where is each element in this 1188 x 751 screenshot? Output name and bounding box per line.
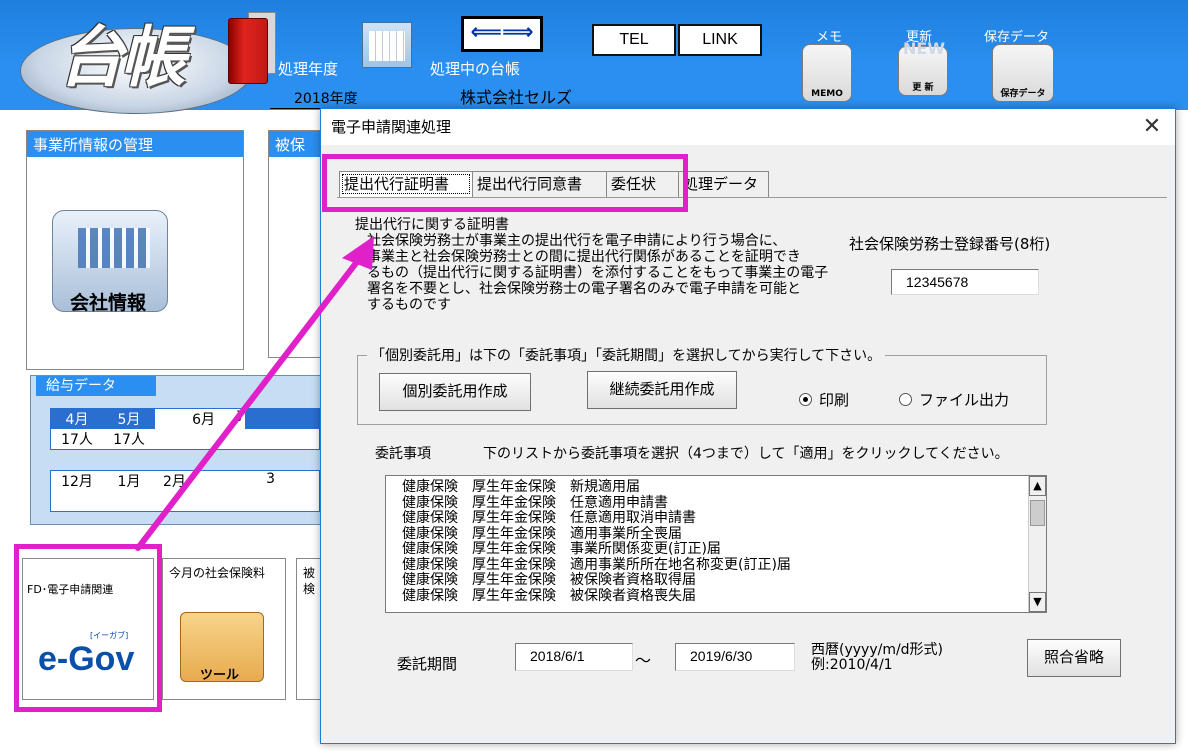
- arrow-shaft: [135, 247, 369, 551]
- annotation-arrow: [135, 236, 374, 551]
